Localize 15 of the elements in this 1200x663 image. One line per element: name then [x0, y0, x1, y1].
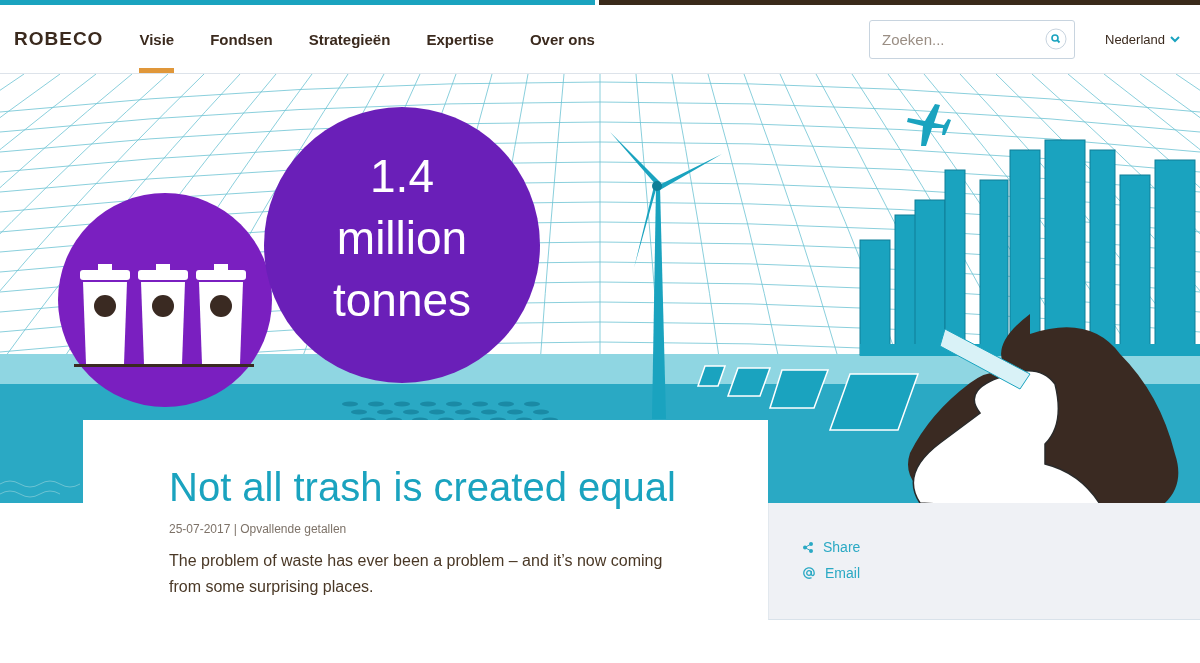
chevron-down-icon — [1170, 35, 1180, 43]
article-meta: 25-07-2017 | Opvallende getallen — [169, 522, 348, 536]
nav-tab[interactable]: Strategieën — [308, 5, 391, 73]
logo[interactable]: ROBECO — [14, 28, 104, 50]
country-dropdown[interactable]: Nederland — [1105, 31, 1180, 47]
stat-text: 1.4 million tonnes — [332, 150, 472, 326]
nav-tab[interactable]: Expertise — [426, 5, 494, 73]
nav-tab[interactable]: Fondsen — [210, 5, 273, 73]
article-intro: The problem of waste has ever been a problem – and it’s now coming from some surprising places. — [169, 551, 664, 597]
share-icon — [803, 541, 813, 553]
search-field[interactable]: Zoeken... — [869, 19, 1075, 59]
article-title: Not all trash is created equal — [169, 464, 677, 510]
nav-tab[interactable]: Over ons — [529, 5, 595, 73]
at-sign-icon — [803, 567, 815, 579]
search-icon[interactable] — [1045, 27, 1067, 50]
